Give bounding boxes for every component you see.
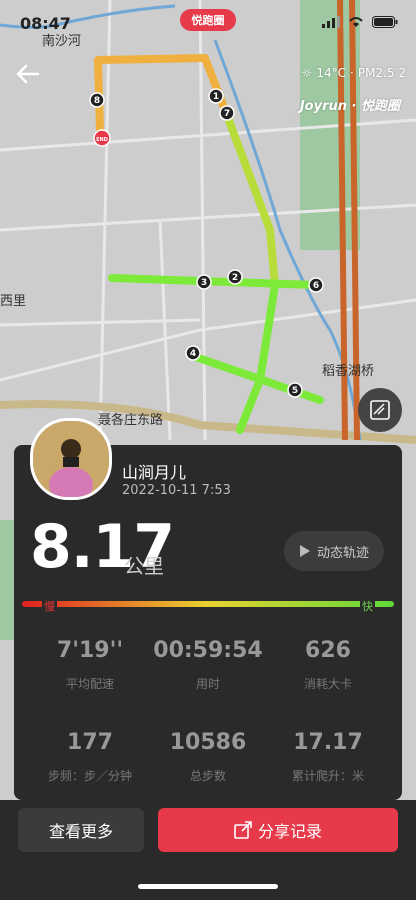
pace-gradient-bar [22, 601, 394, 607]
run-datetime: 2022-10-11 7:53 [122, 483, 231, 498]
svg-text:4: 4 [190, 349, 196, 359]
username[interactable]: 山涧月儿 [122, 459, 186, 483]
distance-unit: 公里 [124, 554, 164, 578]
joyrun-logo: Joyrun · 悦跑圈 [299, 99, 400, 114]
route-marker-3[interactable]: 3 [196, 274, 212, 290]
share-label: 分享记录 [257, 822, 322, 841]
route-replay-button[interactable]: 动态轨迹 [284, 531, 384, 571]
svg-text:7: 7 [224, 109, 230, 119]
svg-text:5: 5 [292, 386, 298, 396]
map-snapshot-button[interactable] [358, 388, 402, 432]
avatar[interactable] [30, 418, 112, 500]
image-icon [370, 400, 390, 420]
stat-value: 626 [305, 638, 351, 663]
stat-value: 17.17 [293, 730, 363, 755]
sun-icon: ☼ [301, 66, 313, 80]
status-icons [322, 16, 398, 28]
stat-calories: 626 消耗大卡 [268, 638, 388, 692]
stat-label: 总步数 [189, 769, 226, 783]
share-record-button[interactable]: 分享记录 [158, 808, 398, 852]
stat-label: 累计爬升：米 [291, 769, 364, 783]
route-marker-2[interactable]: 2 [227, 269, 243, 285]
view-more-button[interactable]: 查看更多 [18, 808, 144, 852]
route-marker-8[interactable]: 8 [89, 92, 105, 108]
pace-slow-label: 慢 [42, 598, 57, 614]
replay-label: 动态轨迹 [316, 545, 369, 561]
svg-text:8: 8 [94, 96, 100, 106]
brand-pill: 悦跑圈 [180, 9, 236, 31]
end-marker[interactable]: END [93, 129, 111, 147]
stat-value: 177 [67, 730, 113, 755]
temperature: 14°C [316, 66, 347, 80]
stat-elevation: 17.17 累计爬升：米 [268, 730, 388, 784]
stat-duration: 00:59:54 用时 [148, 638, 268, 692]
signal-icon [322, 16, 340, 28]
stat-steps: 10586 总步数 [148, 730, 268, 784]
svg-text:3: 3 [201, 278, 207, 288]
route-marker-5[interactable]: 5 [287, 382, 303, 398]
back-arrow-icon[interactable] [14, 62, 42, 86]
wifi-icon [349, 17, 363, 27]
air-quality: PM2.5 2 [357, 66, 406, 80]
route-marker-7[interactable]: 7 [219, 105, 235, 121]
stat-cadence: 177 步频：步／分钟 [30, 730, 150, 784]
map-label-lake-bridge: 稻香湖桥 [322, 364, 375, 379]
pace-fast-label: 快 [360, 598, 375, 614]
svg-text:6: 6 [313, 281, 319, 291]
park-area-left [0, 520, 14, 640]
share-icon [234, 821, 252, 839]
route-marker-4[interactable]: 4 [185, 345, 201, 361]
home-indicator[interactable] [138, 884, 278, 889]
battery-icon [372, 16, 398, 28]
route-marker-1[interactable]: 1 [208, 88, 224, 104]
stat-label: 平均配速 [65, 677, 114, 691]
svg-text:2: 2 [232, 273, 238, 283]
avatar-image [33, 421, 109, 497]
svg-text:1: 1 [213, 92, 219, 102]
weather-separator: · [350, 66, 354, 80]
stat-avg-pace: 7'19'' 平均配速 [30, 638, 150, 692]
stat-value: 7'19'' [56, 638, 124, 663]
stat-label: 步频：步／分钟 [47, 769, 132, 783]
stat-label: 用时 [195, 677, 220, 691]
stat-label: 消耗大卡 [303, 677, 352, 691]
route-marker-6[interactable]: 6 [308, 277, 324, 293]
stat-value: 10586 [169, 730, 247, 755]
svg-text:END: END [96, 137, 108, 143]
stat-value: 00:59:54 [153, 638, 263, 663]
weather-info: ☼ 14°C · PM2.5 2 [302, 66, 406, 80]
play-icon [299, 545, 310, 557]
map-label-west: 西里 [0, 294, 27, 309]
status-time: 08:47 [20, 14, 71, 33]
map-label-road: 聂各庄东路 [98, 413, 164, 428]
